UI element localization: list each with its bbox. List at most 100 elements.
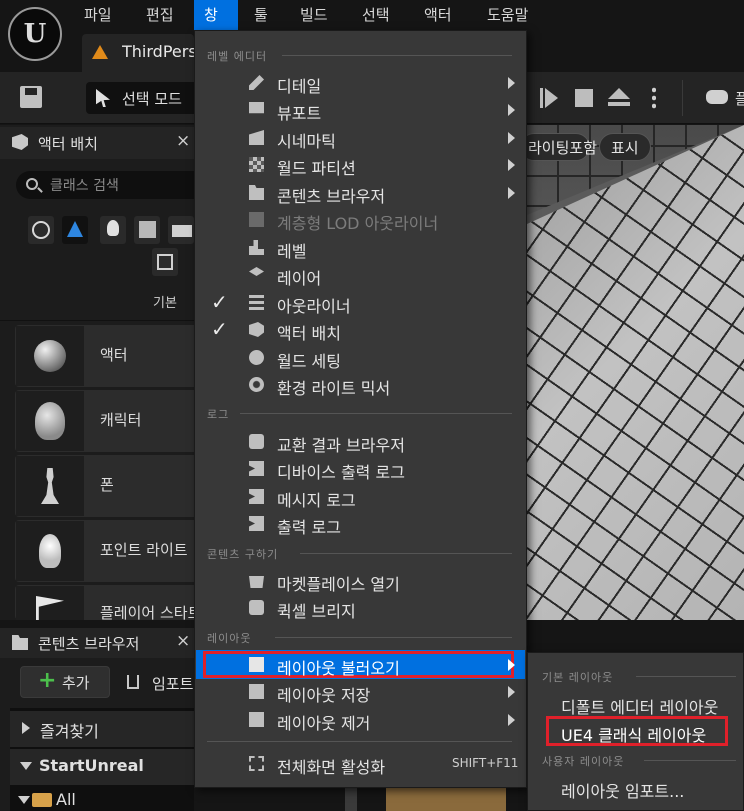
menu-item-outliner[interactable] — [200, 290, 520, 316]
pawn-thumbnail — [16, 456, 84, 516]
eject-icon[interactable] — [608, 88, 630, 108]
chevron-right-icon[interactable] — [22, 722, 30, 734]
menu-item-label: 전체화면 활성화 — [277, 758, 386, 777]
menu-item-label: 계층형 LOD 아웃라이너 — [277, 214, 439, 233]
tree-label[interactable]: All — [56, 790, 76, 809]
section-user-layouts: 사용자 레이아웃 — [542, 755, 625, 768]
chevron-down-icon[interactable] — [20, 762, 32, 770]
outliner-icon — [249, 295, 264, 310]
cinematic-category-icon[interactable] — [168, 216, 194, 244]
unreal-logo-icon[interactable]: U — [8, 7, 62, 61]
menu-item-world-partition[interactable] — [200, 152, 520, 178]
chevron-down-icon[interactable] — [18, 796, 30, 804]
volumes-category-icon[interactable] — [152, 248, 178, 276]
light-bulb-icon — [39, 534, 61, 568]
level-tab-label: ThirdPerso — [122, 42, 194, 61]
menu-item-layers[interactable] — [200, 262, 520, 288]
level-icon — [92, 45, 108, 59]
recent-clock-icon[interactable] — [28, 216, 54, 244]
menu-item-label: 교환 결과 브라우저 — [277, 436, 405, 455]
more-options-icon[interactable] — [652, 86, 656, 110]
menu-build[interactable]: 빌드 — [290, 0, 338, 30]
menu-item-label: 콘텐츠 브라우저 — [277, 187, 386, 206]
pawn-icon — [41, 468, 59, 504]
menu-item-details[interactable] — [200, 70, 520, 96]
actor-item-label: 액터 — [100, 346, 128, 364]
gamepad-icon[interactable] — [706, 90, 728, 104]
player-start-thumbnail — [16, 586, 84, 620]
divider — [300, 553, 512, 554]
plus-icon: + — [38, 668, 57, 693]
section-basic-layouts: 기본 레이아웃 — [542, 671, 614, 684]
section-level-editor: 레벨 에디터 — [207, 50, 268, 63]
menu-item-world-settings[interactable] — [200, 345, 520, 371]
save-icon[interactable] — [20, 86, 42, 108]
hlod-icon — [249, 212, 264, 227]
save-layout-icon — [249, 684, 264, 699]
actor-item-label: 플레이어 스타트 — [100, 604, 194, 622]
divider — [636, 676, 736, 677]
submenu-arrow-icon — [508, 714, 515, 726]
basic-category-icon[interactable] — [62, 216, 88, 244]
skip-icon[interactable] — [540, 88, 558, 108]
menu-item-place-actors[interactable] — [200, 317, 520, 343]
menu-item-output-log[interactable] — [200, 511, 520, 537]
menu-item-label: 퀵셀 브리지 — [277, 602, 356, 621]
menu-item-label: 아웃라이너 — [277, 297, 351, 316]
character-icon — [35, 402, 65, 440]
menu-item-label: 레벨 — [277, 242, 307, 261]
quixel-bridge-icon — [249, 600, 264, 615]
import-button[interactable]: 임포트 — [152, 673, 194, 694]
divider — [275, 637, 512, 638]
menu-item-label: 시네마틱 — [277, 132, 336, 151]
sphere-icon — [34, 340, 66, 372]
search-placeholder: 클래스 검색 — [50, 178, 119, 194]
load-layout-icon — [249, 657, 264, 672]
add-label: 추가 — [62, 674, 90, 692]
menu-item-label: 환경 라이트 믹서 — [277, 379, 391, 398]
menu-item-cinematics[interactable] — [200, 125, 520, 151]
lights-category-icon[interactable] — [100, 216, 126, 244]
select-mode-label: 선택 모드 — [122, 90, 182, 108]
submenu-arrow-icon — [508, 77, 515, 89]
point-light-thumbnail — [16, 521, 84, 581]
menu-window[interactable]: 창 — [194, 0, 238, 30]
tree-label: StartUnreal — [39, 756, 144, 775]
show-label: 표시 — [611, 139, 639, 157]
search-icon — [26, 178, 38, 190]
stop-icon[interactable] — [575, 89, 593, 107]
menu-item-message-log[interactable] — [200, 484, 520, 510]
shapes-category-icon[interactable] — [134, 216, 160, 244]
menu-item-quixel-bridge[interactable] — [200, 595, 520, 621]
character-thumbnail — [16, 391, 84, 451]
submenu-arrow-icon — [508, 132, 515, 144]
menu-help[interactable]: 도움말 — [477, 0, 538, 30]
menu-item-viewports[interactable] — [200, 97, 520, 123]
tree-item-favorites[interactable] — [10, 711, 194, 747]
import-layout-item[interactable]: 레이아웃 임포트... — [561, 778, 684, 802]
platforms-label[interactable]: 플 — [735, 88, 744, 109]
import-icon[interactable] — [127, 675, 139, 689]
divider — [240, 413, 512, 414]
menu-item-levels[interactable] — [200, 235, 520, 261]
shortcut-label: SHIFT+F11 — [452, 756, 519, 770]
ue4-classic-layout-item[interactable]: UE4 클래식 레이아웃 — [561, 722, 706, 746]
menu-actor[interactable]: 액터 — [414, 0, 462, 30]
content-browser-title: 콘텐츠 브라우저 — [38, 635, 140, 653]
interchange-icon — [249, 434, 264, 449]
menu-item-label: 월드 파티션 — [277, 159, 356, 178]
menu-tools[interactable]: 툴 — [244, 0, 278, 30]
close-icon[interactable]: × — [176, 631, 190, 651]
close-icon[interactable]: × — [176, 131, 190, 151]
menu-file[interactable]: 파일 — [74, 0, 122, 30]
default-editor-layout-item[interactable]: 디폴트 에디터 레이아웃 — [561, 694, 718, 718]
tree-label: 즐겨찾기 — [40, 722, 99, 741]
menu-item-label: 레이아웃 불러오기 — [277, 659, 400, 678]
divider — [282, 55, 512, 56]
lighting-mode-label: 라이팅포함 — [528, 139, 598, 157]
category-label: 기본 — [153, 296, 177, 311]
menu-select[interactable]: 선택 — [352, 0, 400, 30]
menu-edit[interactable]: 편집 — [136, 0, 184, 30]
folder-icon — [32, 793, 52, 807]
menu-item-label: 레이어 — [277, 269, 322, 288]
